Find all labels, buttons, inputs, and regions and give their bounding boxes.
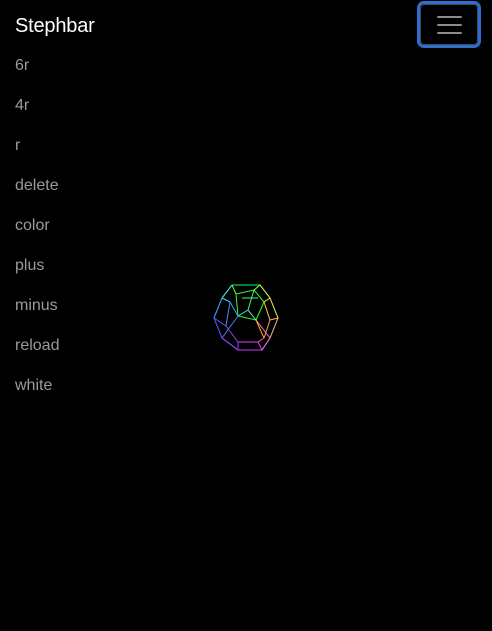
- wireframe-polyhedron: [213, 284, 279, 351]
- nav-item-color[interactable]: color: [15, 206, 59, 246]
- app-page: Stephbar 6r 4r r delete color plus minus…: [0, 0, 492, 631]
- nav-item-minus[interactable]: minus: [15, 286, 59, 326]
- nav-item-delete[interactable]: delete: [15, 166, 59, 206]
- navbar-toggler-button[interactable]: [420, 4, 478, 45]
- nav-item-white[interactable]: white: [15, 366, 59, 406]
- nav-item-reload[interactable]: reload: [15, 326, 59, 366]
- nav-item-r[interactable]: r: [15, 126, 59, 166]
- hamburger-icon: [437, 16, 462, 35]
- navbar-brand[interactable]: Stephbar: [15, 14, 95, 38]
- nav-item-4r[interactable]: 4r: [15, 86, 59, 126]
- nav-menu: 6r 4r r delete color plus minus reload w…: [15, 46, 59, 406]
- nav-item-6r[interactable]: 6r: [15, 46, 59, 86]
- nav-item-plus[interactable]: plus: [15, 246, 59, 286]
